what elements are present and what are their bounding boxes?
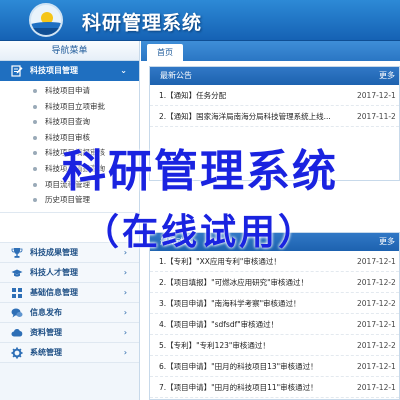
menu-group-label: 科技人才管理: [30, 267, 78, 277]
menu-group-label: 资料管理: [30, 327, 62, 337]
list-item[interactable]: 6.【项目申请】"田月的科技项目13"审核通过！ 2017-12-1: [150, 356, 399, 377]
list-item[interactable]: 4.【项目申请】"sdfsdf"审核通过！ 2017-12-1: [150, 314, 399, 335]
tab-bar: 首页: [141, 41, 400, 61]
list-item-text: 5.【专利】"专利123"审核通过！: [159, 341, 270, 350]
menu-group-publishing[interactable]: 信息发布 ›: [0, 302, 139, 323]
menu-group-label: 系统管理: [30, 347, 62, 357]
bullet-icon: [33, 104, 37, 109]
list-item[interactable]: 7.【项目申请】"田月的科技项目11"审核通过！ 2017-12-1: [150, 377, 399, 398]
chevron-down-icon: ⌄: [120, 66, 127, 75]
chat-bubble-icon: [11, 308, 23, 318]
menu-group-label: 信息发布: [30, 307, 62, 317]
list-item-text: 2.【项目填报】"可燃冰应用研究"审核通过！: [159, 278, 309, 287]
list-item-date: 2017-12-1: [357, 91, 396, 100]
nav-title: 导航菜单: [0, 41, 139, 61]
list-item-text: 1.【通知】任务分配: [159, 91, 227, 100]
list-item-date: 2017-11-2: [357, 112, 396, 121]
submenu-item[interactable]: 科技项目查询: [0, 114, 139, 130]
list-item-text: 6.【项目申请】"田月的科技项目13"审核通过！: [159, 362, 318, 371]
logo-icon: [29, 3, 63, 37]
chevron-right-icon: ›: [123, 267, 127, 277]
panel-title: 最新公告: [160, 71, 192, 80]
app-header: 科研管理系统: [0, 0, 400, 41]
menu-group-basic-info[interactable]: 基础信息管理 ›: [0, 282, 139, 303]
list-item-date: 2017-12-2: [357, 341, 396, 350]
list-item-date: 2017-12-1: [357, 320, 396, 329]
chevron-right-icon: ›: [123, 347, 127, 357]
grid-icon: [12, 287, 22, 298]
app-title: 科研管理系统: [82, 12, 203, 34]
menu-group-system[interactable]: 系统管理 ›: [0, 342, 139, 363]
list-item-date: 2017-12-1: [357, 383, 396, 392]
list-item[interactable]: 2.【通知】国家海洋局南海分局科技管理系统上线... 2017-11-2: [150, 106, 399, 127]
list-item[interactable]: 2.【项目填报】"可燃冰应用研究"审核通过！ 2017-12-2: [150, 272, 399, 293]
gear-icon: [11, 347, 23, 359]
bullet-icon: [33, 120, 37, 125]
bullet-icon: [33, 89, 37, 93]
audit-news-panel: 最新动态 更多 1.【专利】"XX应用专利"审核通过！ 2017-12-1 2.…: [149, 232, 400, 400]
menu-group-talent[interactable]: 科技人才管理 ›: [0, 262, 139, 283]
list-item-date: 2017-12-2: [357, 299, 396, 308]
menu-group-label: 科技项目管理: [30, 66, 78, 75]
overlay-subtitle: （在线试用）: [82, 212, 317, 253]
panel-header: 最新公告 更多: [150, 67, 399, 85]
graduation-cap-icon: [11, 269, 23, 277]
chevron-right-icon: ›: [123, 307, 127, 317]
list-item-date: 2017-12-2: [357, 278, 396, 287]
menu-group-project-management[interactable]: 科技项目管理 ⌄: [0, 61, 139, 81]
submenu-item[interactable]: 科技项目立项审批: [0, 99, 139, 115]
list-item-text: 2.【通知】国家海洋局南海分局科技管理系统上线...: [159, 112, 331, 121]
menu-group-label: 基础信息管理: [30, 287, 78, 297]
chevron-right-icon: ›: [123, 327, 127, 337]
overlay-title: 科研管理系统: [62, 146, 338, 197]
list-item[interactable]: 5.【专利】"专利123"审核通过！ 2017-12-2: [150, 335, 399, 356]
more-link[interactable]: 更多: [379, 67, 395, 85]
chevron-right-icon: ›: [123, 287, 127, 297]
list-item-date: 2017-12-1: [357, 362, 396, 371]
list-item[interactable]: 3.【项目申请】"南海科学考察"审核通过！ 2017-12-2: [150, 293, 399, 314]
list-item-text: 3.【项目申请】"南海科学考察"审核通过！: [159, 299, 301, 308]
list-item-text: 7.【项目申请】"田月的科技项目11"审核通过！: [159, 383, 318, 392]
list-item[interactable]: 1.【通知】任务分配 2017-12-1: [150, 85, 399, 106]
list-item-text: 4.【项目申请】"sdfsdf"审核通过！: [159, 320, 279, 329]
tab-home[interactable]: 首页: [147, 44, 183, 61]
submenu-item[interactable]: 科技项目申请: [0, 83, 139, 99]
menu-group-documents[interactable]: 资料管理 ›: [0, 322, 139, 343]
edit-icon: [11, 65, 23, 77]
cloud-icon: [11, 328, 23, 337]
